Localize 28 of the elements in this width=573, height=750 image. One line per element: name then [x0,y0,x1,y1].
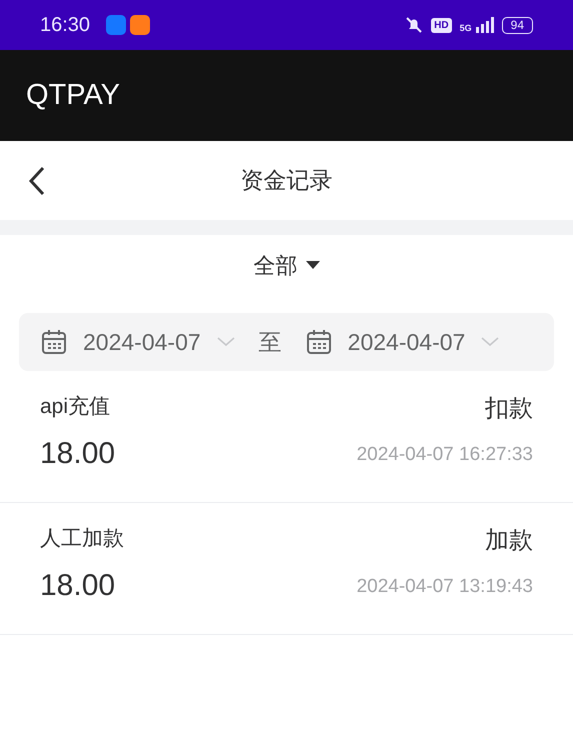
mute-icon [405,16,424,34]
chevron-down-icon [481,337,500,347]
record-name: 人工加款 [40,526,124,552]
record-time: 2024-04-07 16:27:33 [356,443,533,467]
calendar-icon [306,329,332,355]
app-icon[interactable] [106,15,126,35]
record-amount: 18.00 [40,568,116,604]
page-title: 资金记录 [240,166,332,196]
hd-indicator: HD [431,18,452,32]
chevron-down-icon [216,337,235,347]
record-name: api充值 [40,394,112,420]
range-separator: 至 [258,328,282,357]
battery-indicator: 94 [502,16,533,34]
record-type: 加款 [485,526,533,556]
filter-dropdown[interactable]: 全部 [248,235,326,295]
record-type: 扣款 [485,394,533,424]
clock: 16:30 [40,13,90,38]
calendar-icon [41,329,67,355]
app-title: QTPAY [26,78,120,113]
record-time: 2024-04-07 13:19:43 [356,575,533,599]
signal-icon [476,17,494,33]
date-picker[interactable]: 2024-04-07 [306,324,500,360]
app-icon[interactable] [130,15,150,35]
back-icon[interactable] [28,166,46,196]
caret-icon [306,260,320,270]
date-picker[interactable]: 2024-04-07 [41,324,235,360]
record-amount: 18.00 [40,436,116,472]
network-label: 5G [460,24,472,33]
